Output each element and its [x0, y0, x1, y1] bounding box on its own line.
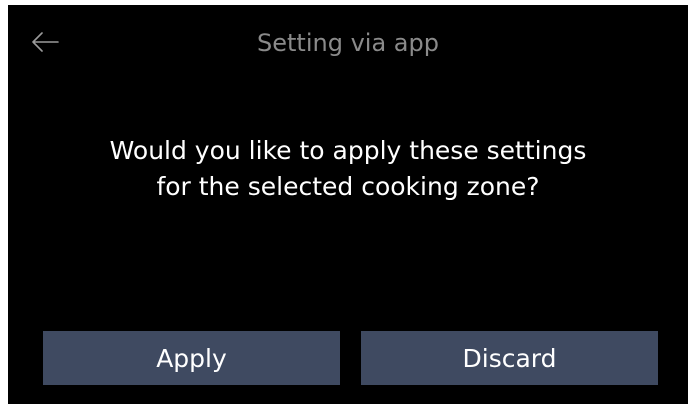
dialog-message: Would you like to apply these settings f… — [48, 133, 648, 205]
apply-button[interactable]: Apply — [43, 331, 340, 385]
apply-button-label: Apply — [156, 343, 227, 373]
discard-button-label: Discard — [462, 343, 557, 373]
discard-button[interactable]: Discard — [361, 331, 658, 385]
dialog-message-line-1: Would you like to apply these settings — [109, 136, 587, 165]
dialog-message-line-2: for the selected cooking zone? — [156, 172, 540, 201]
cooktop-screen: Setting via app Would you like to apply … — [8, 5, 688, 404]
page-title: Setting via app — [257, 29, 439, 57]
